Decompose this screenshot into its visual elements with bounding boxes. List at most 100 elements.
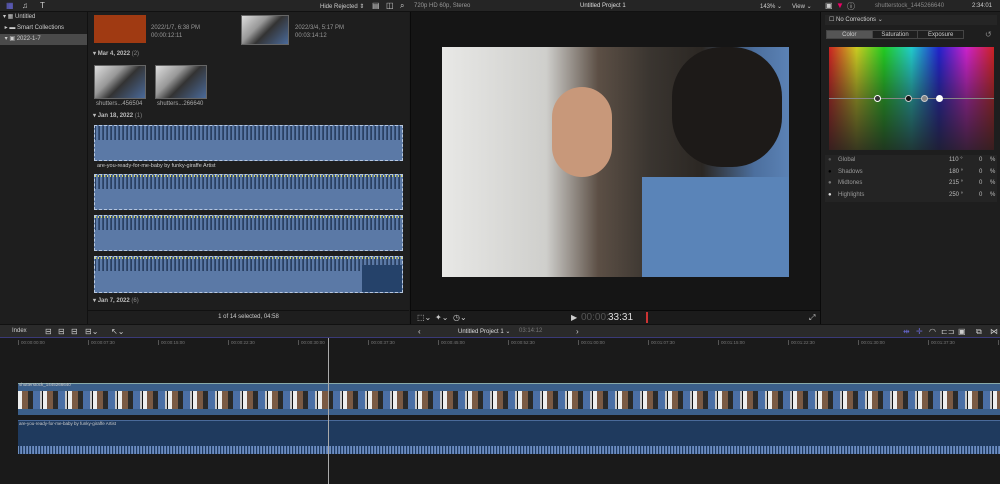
tab-color[interactable]: Color — [827, 31, 872, 38]
reset-icon[interactable]: ↺ — [985, 30, 992, 39]
overwrite-clip-icon[interactable]: ⊟⌄ — [85, 327, 98, 336]
clip-duration: 00:03:14:12 — [295, 33, 327, 39]
search-icon[interactable]: ⌕ — [400, 1, 404, 11]
video-inspector-icon[interactable]: ▣ — [825, 1, 833, 10]
sidebar-item-event[interactable]: ▾ ▣ 2022-1-7 — [0, 34, 87, 45]
clip-appearance-icon[interactable]: ▣ — [958, 327, 966, 336]
clip-thumbnail[interactable] — [94, 65, 146, 99]
ruler-tick: 00:00:45:00 — [438, 340, 465, 345]
midtones-puck[interactable] — [921, 95, 928, 102]
insert-clip-icon[interactable]: ⊟ — [58, 327, 65, 336]
group-header[interactable]: ▾ Jan 18, 2022 (1) — [93, 112, 142, 119]
row-shadows[interactable]: ● Shadows 180 ° 0% — [825, 167, 997, 179]
top-toolbar: ▦ ♫ T Hide Rejected ⇕ ▤ ◫ ⌕ 720p HD 60p,… — [0, 0, 1000, 12]
audio-filmstrip[interactable] — [94, 256, 403, 293]
sidebar-item-label: Smart Collections — [17, 25, 65, 31]
audio-filmstrip[interactable] — [94, 215, 403, 251]
group-date: Jan 18, 2022 — [97, 113, 134, 119]
sidebar-item-label: Untitled — [15, 14, 36, 20]
playhead[interactable] — [328, 338, 329, 484]
tab-exposure[interactable]: Exposure — [917, 31, 963, 38]
percent-value[interactable]: 0 — [979, 178, 982, 190]
hide-rejected-dropdown[interactable]: Hide Rejected ⇕ — [320, 3, 364, 10]
back-icon[interactable]: ‹ — [418, 327, 421, 336]
project-thumbnail[interactable] — [94, 15, 146, 43]
color-inspector: ☐ No Corrections ⌄ Color Saturation Expo… — [820, 12, 1000, 324]
group-count: (2) — [131, 51, 140, 57]
color-board[interactable] — [829, 47, 994, 150]
angle-value[interactable]: 215 ° — [949, 178, 963, 190]
viewer-project-title: Untitled Project 1 — [580, 3, 626, 9]
tab-saturation[interactable]: Saturation — [871, 31, 918, 38]
viewer: ⬚⌄ ✦⌄ ◷⌄ ▶ 00:00: 33:31 ⤢ — [410, 12, 821, 324]
skimming-icon[interactable]: ⇹ — [903, 327, 910, 336]
clip-date: 2022/1/7, 6:38 PM — [151, 25, 201, 31]
fullscreen-icon[interactable]: ⤢ — [809, 313, 815, 323]
angle-value[interactable]: 250 ° — [949, 190, 963, 202]
timeline[interactable]: shutterstock_1445266640 are-you-ready-fo… — [0, 338, 1000, 484]
browser: 2022/1/7, 6:38 PM 00:00:12:11 2022/3/4, … — [88, 12, 409, 324]
ruler-tick: 00:00:30:00 — [298, 340, 325, 345]
connect-clip-icon[interactable]: ⊟ — [45, 327, 52, 336]
color-inspector-icon[interactable]: ▼ — [836, 1, 844, 10]
snapping-icon[interactable]: ⊏⊐ — [941, 327, 954, 336]
ruler-tick: 00:01:22:30 — [788, 340, 815, 345]
row-midtones[interactable]: ● Midtones 215 ° 0% — [825, 178, 997, 190]
group-header[interactable]: ▾ Mar 4, 2022 (2) — [93, 50, 139, 57]
angle-value[interactable]: 110 ° — [949, 155, 963, 167]
project-duration: 03:14:12 — [519, 328, 543, 334]
clip-thumbnail[interactable] — [241, 15, 289, 45]
speed-icon[interactable]: ◷⌄ — [453, 313, 467, 322]
percent-value[interactable]: 0 — [979, 167, 982, 179]
titles-icon[interactable]: T — [40, 1, 45, 10]
clip-thumbnail[interactable] — [155, 65, 207, 99]
row-highlights[interactable]: ● Highlights 250 ° 0% — [825, 190, 997, 202]
angle-value[interactable]: 180 ° — [949, 167, 963, 179]
index-button[interactable]: Index — [12, 328, 27, 334]
shadows-puck[interactable] — [905, 95, 912, 102]
filter-icon[interactable]: ◫ — [386, 1, 394, 10]
row-label: Midtones — [838, 180, 863, 186]
row-global[interactable]: ● Global 110 ° 0% — [825, 155, 997, 167]
audio-meter — [646, 312, 648, 323]
ruler-tick: 00:00:37:30 — [368, 340, 395, 345]
library-sidebar: ▾ ▦ Untitled ▸ ▬ Smart Collections ▾ ▣ 2… — [0, 12, 88, 324]
sidebar-item-smart-collections[interactable]: ▸ ▬ Smart Collections — [0, 23, 87, 34]
percent-value[interactable]: 0 — [979, 190, 982, 202]
audio-filmstrip[interactable] — [94, 125, 403, 161]
effects-browser-icon[interactable]: ⧉ — [976, 327, 982, 337]
percent-value[interactable]: 0 — [979, 155, 982, 167]
group-header[interactable]: ▾ Jan 7, 2022 (6) — [93, 297, 139, 304]
sidebar-item-library[interactable]: ▾ ▦ Untitled — [0, 12, 87, 23]
video-clip[interactable] — [18, 383, 1000, 415]
play-button[interactable]: ▶ — [571, 313, 577, 322]
audio-skimming-icon[interactable]: ✛ — [916, 327, 923, 336]
enhance-icon[interactable]: ✦⌄ — [435, 313, 448, 322]
libraries-icon[interactable]: ▦ — [6, 1, 14, 10]
audio-clip[interactable] — [18, 420, 1000, 454]
transitions-icon[interactable]: ⋈ — [990, 327, 998, 336]
ruler-tick: 00:00:07:30 — [88, 340, 115, 345]
view-dropdown[interactable]: View ⌄ — [792, 3, 812, 10]
group-date: Mar 4, 2022 — [97, 51, 131, 57]
select-tool-icon[interactable]: ↖⌄ — [111, 327, 124, 336]
ruler-tick: 00:00:52:30 — [508, 340, 535, 345]
global-puck[interactable] — [874, 95, 881, 102]
row-label: Global — [838, 157, 856, 163]
transform-icon[interactable]: ⬚⌄ — [417, 313, 431, 322]
clip-appearance-icon[interactable]: ▤ — [372, 1, 380, 10]
zoom-dropdown[interactable]: 143% ⌄ — [760, 3, 782, 10]
info-inspector-icon[interactable]: ⓘ — [847, 1, 855, 12]
append-clip-icon[interactable]: ⊟ — [71, 327, 78, 336]
audio-filmstrip[interactable] — [94, 174, 403, 210]
corrections-dropdown[interactable]: ☐ No Corrections ⌄ — [825, 15, 997, 25]
ruler-tick: 00:00:15:00 — [158, 340, 185, 345]
timeline-ruler[interactable]: 00:00:00:00 00:00:07:30 00:00:15:00 00:00:2… — [0, 338, 1000, 350]
group-count: (1) — [134, 113, 143, 119]
project-name-dropdown[interactable]: Untitled Project 1 ⌄ — [458, 328, 510, 335]
photos-audio-icon[interactable]: ♫ — [22, 1, 28, 10]
forward-icon[interactable]: › — [576, 327, 579, 336]
highlights-puck[interactable] — [936, 95, 943, 102]
solo-icon[interactable]: ◠ — [929, 327, 936, 336]
ruler-tick: 00:01:37:30 — [928, 340, 955, 345]
